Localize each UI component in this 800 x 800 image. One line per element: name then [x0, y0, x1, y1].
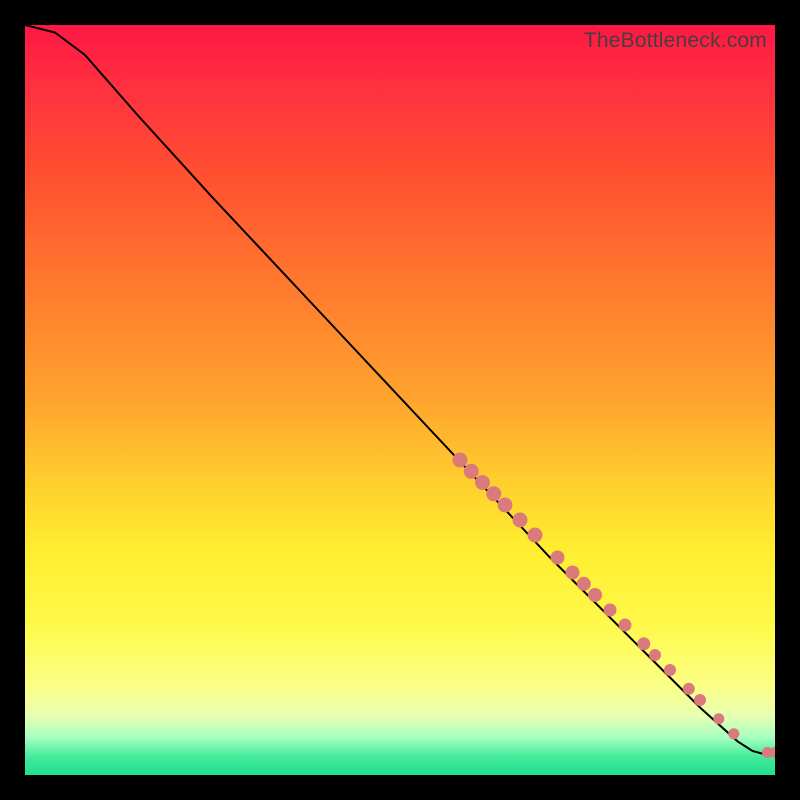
scatter-dot — [498, 498, 513, 513]
scatter-group — [453, 453, 776, 759]
watermark-text: TheBottleneck.com — [584, 29, 767, 53]
scatter-dot — [475, 475, 490, 490]
scatter-dot — [513, 513, 528, 528]
scatter-dot — [486, 486, 501, 501]
chart-svg — [25, 25, 775, 775]
scatter-dot — [619, 619, 632, 632]
scatter-dot — [453, 453, 468, 468]
scatter-dot — [728, 728, 739, 739]
scatter-dot — [577, 577, 591, 591]
scatter-dot — [588, 588, 602, 602]
scatter-dot — [551, 551, 565, 565]
scatter-dot — [694, 694, 706, 706]
scatter-dot — [528, 528, 543, 543]
scatter-dot — [637, 637, 650, 650]
bottleneck-curve — [25, 25, 775, 754]
scatter-dot — [664, 664, 676, 676]
scatter-dot — [604, 604, 617, 617]
scatter-dot — [566, 566, 580, 580]
scatter-dot — [713, 713, 724, 724]
scatter-dot — [464, 464, 479, 479]
plot-area: TheBottleneck.com — [25, 25, 775, 775]
scatter-dot — [683, 683, 695, 695]
scatter-dot — [649, 649, 661, 661]
